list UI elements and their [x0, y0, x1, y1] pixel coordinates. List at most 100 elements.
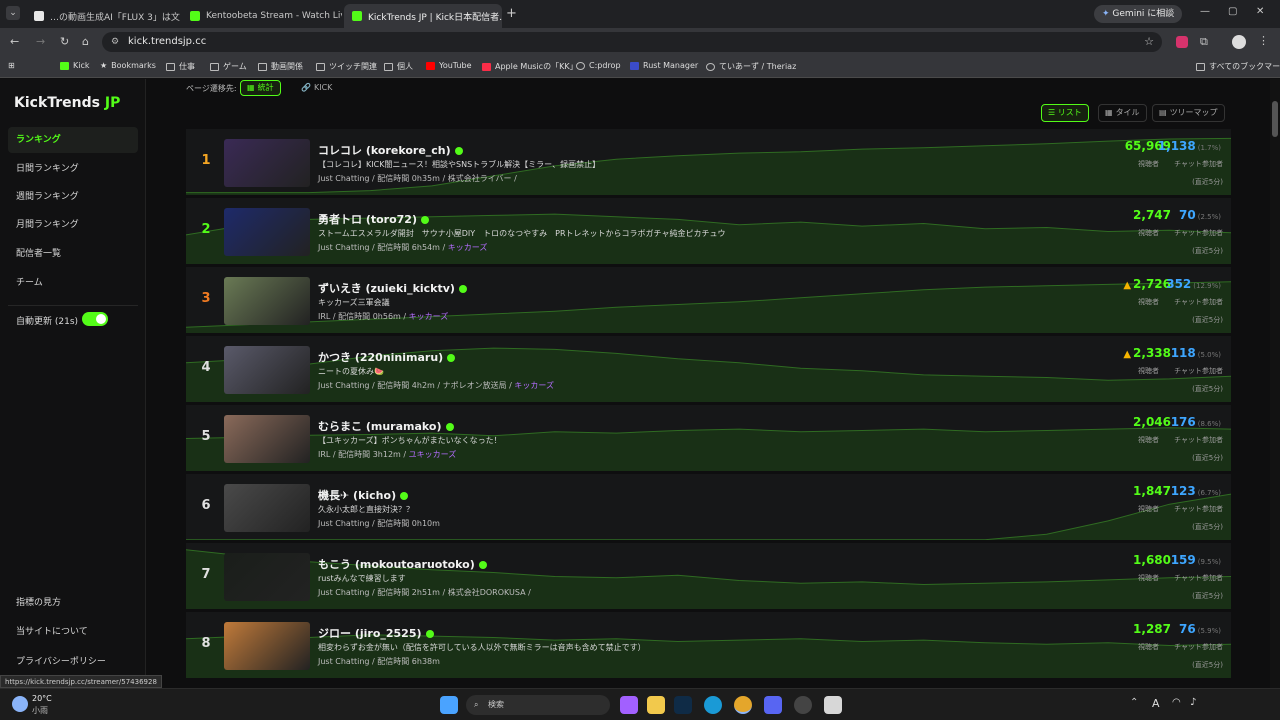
team-link[interactable]: キッカーズ — [514, 381, 554, 390]
team-link[interactable]: キッカーズ — [448, 243, 488, 252]
streamer-row[interactable]: 8 ジロー (jiro_2525) 相変わらずお金が無い（配信を許可している人以外で… — [186, 612, 1231, 679]
bookmark-star-icon[interactable]: ☆ — [1144, 32, 1154, 52]
extension-icon[interactable] — [1176, 36, 1188, 48]
view-tile-button[interactable]: ▦ タイル — [1098, 104, 1147, 122]
sidebar-footer-privacy[interactable]: プライバシーポリシー — [8, 649, 138, 675]
stream-thumbnail[interactable] — [224, 415, 310, 463]
streamer-name[interactable]: コレコレ (korekore_ch) — [318, 142, 463, 158]
github-icon[interactable] — [794, 696, 812, 714]
nav-kick-button[interactable]: 🔗 KICK — [294, 80, 339, 96]
stream-thumbnail[interactable] — [224, 622, 310, 670]
profile-avatar[interactable] — [1232, 35, 1246, 49]
stream-thumbnail[interactable] — [224, 277, 310, 325]
sidebar-item-monthly-ranking[interactable]: 月間ランキング — [8, 212, 138, 238]
bookmark-youtube[interactable]: YouTube — [426, 61, 472, 70]
apps-icon[interactable]: ⊞ — [8, 61, 15, 70]
view-list-button[interactable]: ☰ リスト — [1041, 104, 1089, 122]
stream-thumbnail[interactable] — [224, 553, 310, 601]
streamer-name[interactable]: もこう (mokoutoaruotoko) — [318, 556, 487, 572]
nav-stats-button[interactable]: ▦ 統計 — [240, 80, 281, 96]
site-logo[interactable]: KickTrends JP — [14, 95, 120, 111]
stream-meta: Just Chatting / 配信時間 0h35m / 株式会社ライバー / — [318, 173, 517, 184]
url-input[interactable]: ⚙ kick.trendsjp.cc ☆ — [102, 32, 1162, 52]
all-bookmarks[interactable]: すべてのブックマーク — [1196, 61, 1280, 72]
streamer-name[interactable]: 勇者トロ (toro72) — [318, 211, 429, 227]
stream-thumbnail[interactable] — [224, 346, 310, 394]
sidebar-item-teams[interactable]: チーム — [8, 270, 138, 296]
tray-chevron-icon[interactable]: ⌃ — [1130, 697, 1138, 708]
tab-kicktrends[interactable]: KickTrends JP | Kick日本配信者… ✕ — [344, 4, 502, 28]
streamer-row[interactable]: 5 むらまこ (muramako) 【ユキッカーズ】ポンちゃんがまたいなくなった！ I… — [186, 405, 1231, 472]
bookmark-bookmarks[interactable]: ★ Bookmarks — [100, 61, 156, 70]
home-icon[interactable]: ⌂ — [82, 35, 89, 48]
bookmark-cpdrop[interactable]: C:pdrop — [576, 61, 621, 70]
team-link[interactable]: ユキッカーズ — [409, 450, 457, 459]
tab-flux[interactable]: …の動画生成AI「FLUX 3」は文… ✕ — [26, 4, 180, 28]
sidebar-item-daily-ranking[interactable]: 日間ランキング — [8, 156, 138, 182]
streamer-row[interactable]: 2 勇者トロ (toro72) ストームエスメラルダ開封 サウナ小屋DIY トロのな… — [186, 198, 1231, 265]
photoshop-icon[interactable] — [674, 696, 692, 714]
discord-icon[interactable] — [764, 696, 782, 714]
streamer-name[interactable]: ずいえき (zuieki_kicktv) — [318, 280, 467, 296]
rank-number: 3 — [201, 291, 211, 306]
bookmark-kick[interactable]: Kick — [60, 61, 90, 70]
bookmark-folder-twitch[interactable]: ツイッチ関連 — [316, 61, 377, 72]
file-explorer-icon[interactable] — [647, 696, 665, 714]
stream-thumbnail[interactable] — [224, 484, 310, 532]
weather-icon[interactable] — [12, 696, 28, 712]
wifi-icon[interactable]: ◠ — [1172, 697, 1181, 708]
copilot-icon[interactable] — [620, 696, 638, 714]
back-icon[interactable]: ← — [10, 35, 19, 48]
new-tab-button[interactable]: + — [506, 6, 517, 21]
minimize-button[interactable]: — — [1200, 6, 1210, 17]
taskbar-search[interactable]: ⌕ 検索 — [466, 695, 610, 715]
bookmark-folder-work[interactable]: 仕事 — [166, 61, 195, 72]
site-info-icon[interactable]: ⚙ — [111, 32, 119, 52]
bookmark-theriaz[interactable]: ていあーず / Theriaz — [706, 61, 796, 72]
kick-favicon-icon — [352, 11, 362, 21]
auto-refresh-toggle[interactable] — [82, 312, 108, 326]
bookmark-apple-music[interactable]: Apple Musicの「KK」 — [482, 61, 578, 72]
stream-thumbnail[interactable] — [224, 208, 310, 256]
streamer-row[interactable]: 6 機長✈ (kicho) 久永小太郎と直接対決？？ Just Chatting / … — [186, 474, 1231, 541]
forward-icon[interactable]: → — [36, 35, 45, 48]
chrome-icon[interactable] — [734, 696, 752, 714]
streamer-row[interactable]: 1 コレコレ (korekore_ch) 【コレコレ】KICK闇ニュース！相談やSN… — [186, 129, 1231, 196]
scrollbar-thumb[interactable] — [1272, 101, 1278, 137]
sidebar-item-streamers[interactable]: 配信者一覧 — [8, 241, 138, 267]
ime-indicator[interactable]: A — [1152, 697, 1160, 710]
view-treemap-button[interactable]: ▤ ツリーマップ — [1152, 104, 1225, 122]
streamer-row[interactable]: 3 ずいえき (zuieki_kicktv) キッカーズ三軍会議 IRL / 配信時間… — [186, 267, 1231, 334]
gemini-button[interactable]: ✦ Gemini に相談 — [1094, 5, 1183, 23]
ms-store-icon[interactable] — [824, 696, 842, 714]
bookmark-folder-personal[interactable]: 個人 — [384, 61, 413, 72]
sidebar-item-ranking[interactable]: ランキング — [8, 127, 138, 153]
menu-icon[interactable]: ⋮ — [1258, 34, 1269, 47]
volume-icon[interactable]: ♪ — [1190, 697, 1196, 708]
sidebar-item-weekly-ranking[interactable]: 週間ランキング — [8, 184, 138, 210]
streamer-name-text: 機長✈ (kicho) — [318, 489, 397, 502]
streamer-row[interactable]: 7 もこう (mokoutoaruotoko) rustみんなで練習します Just … — [186, 543, 1231, 610]
streamer-name[interactable]: かつき (220ninimaru) — [318, 349, 456, 365]
sidebar-footer-about[interactable]: 当サイトについて — [8, 619, 138, 645]
scrollbar[interactable] — [1270, 79, 1280, 688]
streamer-name[interactable]: ジロー (jiro_2525) — [318, 625, 434, 641]
recent-window-label: (直近5分) — [1192, 247, 1223, 255]
reload-icon[interactable]: ↻ — [60, 35, 69, 48]
streamer-name[interactable]: むらまこ (muramako) — [318, 418, 454, 434]
edge-icon[interactable] — [704, 696, 722, 714]
tab-kentoobeta[interactable]: Kentoobeta Stream - Watch Liv… ✕ — [182, 4, 342, 28]
bookmark-folder-video[interactable]: 動画関係 — [258, 61, 303, 72]
bookmark-folder-game[interactable]: ゲーム — [210, 61, 247, 72]
tab-list-icon[interactable]: ⌄ — [6, 6, 20, 20]
streamer-row[interactable]: 4 かつき (220ninimaru) ニートの夏休み🍉 Just Chatting … — [186, 336, 1231, 403]
maximize-button[interactable]: ▢ — [1228, 6, 1237, 17]
windows-start-icon[interactable] — [440, 696, 458, 714]
sidebar-footer-metrics-guide[interactable]: 指標の見方 — [8, 590, 138, 616]
close-window-button[interactable]: ✕ — [1256, 6, 1264, 17]
bookmark-rust-manager[interactable]: Rust Manager — [630, 61, 698, 70]
stream-thumbnail[interactable] — [224, 139, 310, 187]
team-link[interactable]: キッカーズ — [409, 312, 449, 321]
extensions-puzzle-icon[interactable]: ⧉ — [1200, 35, 1208, 49]
streamer-name[interactable]: 機長✈ (kicho) — [318, 487, 409, 503]
